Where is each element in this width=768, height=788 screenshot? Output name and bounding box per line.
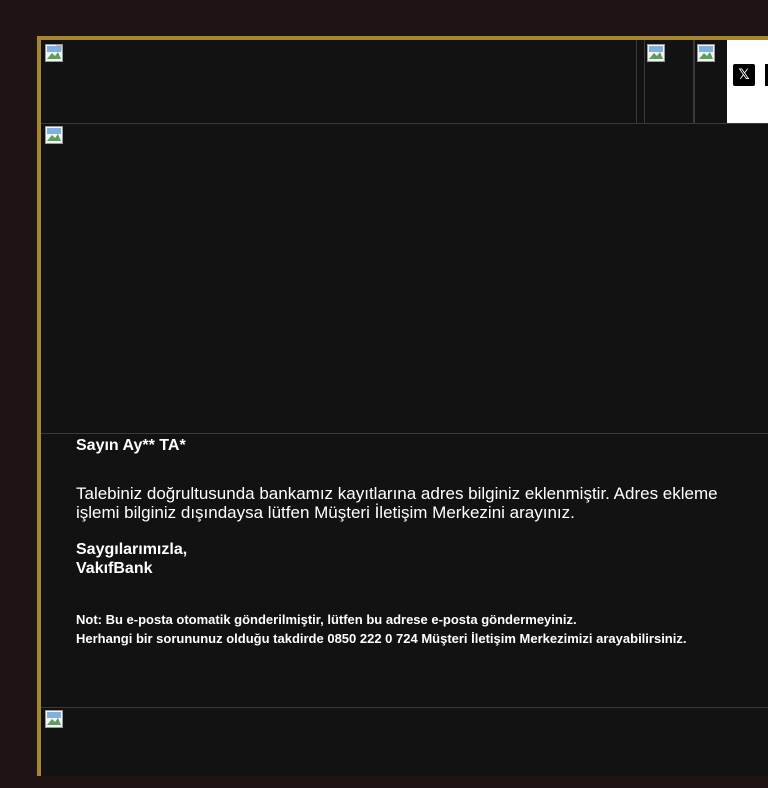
header-link-cell[interactable] [694, 40, 728, 123]
closing-text: Saygılarımızla, VakıfBank [76, 540, 768, 578]
note-line: Not: Bu e-posta otomatik gönderilmiştir,… [76, 612, 577, 627]
broken-image-icon [647, 44, 665, 62]
broken-image-icon [45, 44, 63, 62]
signature: VakıfBank [76, 560, 153, 577]
email-body: Sayın Ay** TA* Talebiniz doğrultusunda b… [76, 436, 768, 648]
note-line: Herhangi bir sorununuz olduğu takdirde 0… [76, 631, 687, 646]
broken-image-icon [45, 710, 63, 728]
broken-image-icon [45, 126, 63, 144]
email-header: 𝕏 [41, 40, 768, 124]
header-logo-cell [41, 40, 637, 123]
email-frame: 𝕏 Sayın Ay** TA* Talebiniz doğrultusunda… [37, 36, 768, 776]
footer-image-area [41, 707, 768, 788]
header-link-cell[interactable] [644, 40, 694, 123]
social-links-cell: 𝕏 [727, 40, 768, 123]
x-icon[interactable]: 𝕏 [733, 64, 755, 86]
note-text: Not: Bu e-posta otomatik gönderilmiştir,… [76, 610, 768, 648]
broken-image-icon [697, 44, 715, 62]
banner-image-area [41, 124, 768, 434]
closing-line: Saygılarımızla, [76, 541, 188, 558]
message-text: Talebiniz doğrultusunda bankamız kayıtla… [76, 484, 768, 522]
message-line: işlemi bilginiz dışındaysa lütfen Müşter… [76, 503, 575, 522]
greeting-text: Sayın Ay** TA* [76, 437, 186, 454]
message-line: Talebiniz doğrultusunda bankamız kayıtla… [76, 484, 718, 503]
